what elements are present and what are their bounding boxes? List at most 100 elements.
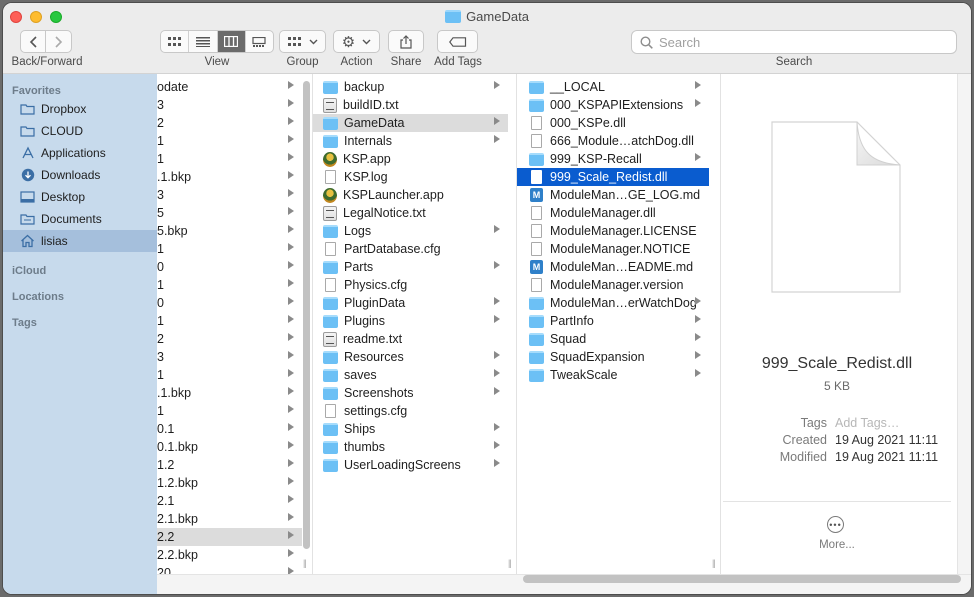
- column-resize-handle[interactable]: ||: [508, 558, 512, 568]
- column-1-scrollbar[interactable]: [303, 81, 310, 549]
- list-item[interactable]: 1: [157, 240, 302, 258]
- list-item[interactable]: M ModuleMan…EADME.md: [517, 258, 709, 276]
- list-item[interactable]: Logs: [313, 222, 508, 240]
- list-item[interactable]: KSPLauncher.app: [313, 186, 508, 204]
- list-item[interactable]: saves: [313, 366, 508, 384]
- search-field[interactable]: [631, 30, 957, 54]
- list-item[interactable]: UserLoadingScreens: [313, 456, 508, 474]
- list-item[interactable]: 5: [157, 204, 302, 222]
- list-item[interactable]: odate: [157, 78, 302, 96]
- share-button[interactable]: [388, 30, 424, 53]
- list-item[interactable]: GameData: [313, 114, 508, 132]
- sidebar-item-applications[interactable]: Applications: [3, 142, 157, 164]
- list-item[interactable]: 2.1: [157, 492, 302, 510]
- forward-button[interactable]: [46, 30, 72, 53]
- list-item[interactable]: ModuleManager.version: [517, 276, 709, 294]
- list-item[interactable]: SquadExpansion: [517, 348, 709, 366]
- list-item[interactable]: 5.bkp: [157, 222, 302, 240]
- search-input[interactable]: [659, 34, 939, 50]
- group-button[interactable]: [279, 30, 326, 53]
- list-item[interactable]: Physics.cfg: [313, 276, 508, 294]
- list-item[interactable]: 1.2.bkp: [157, 474, 302, 492]
- gallery-view-button[interactable]: [246, 31, 273, 52]
- more-button[interactable]: More...: [723, 539, 951, 551]
- list-item[interactable]: settings.cfg: [313, 402, 508, 420]
- tags-header[interactable]: Tags: [12, 317, 37, 329]
- list-item[interactable]: 2.1.bkp: [157, 510, 302, 528]
- list-item[interactable]: KSP.log: [313, 168, 508, 186]
- sidebar-item-cloud[interactable]: CLOUD: [3, 120, 157, 142]
- list-item[interactable]: PartInfo: [517, 312, 709, 330]
- more-icon[interactable]: •••: [827, 516, 844, 533]
- list-item[interactable]: thumbs: [313, 438, 508, 456]
- list-item[interactable]: ModuleMan…erWatchDog: [517, 294, 709, 312]
- sidebar-item-lisias[interactable]: lisias: [3, 230, 157, 252]
- list-item[interactable]: 999_Scale_Redist.dll: [517, 168, 709, 186]
- list-item[interactable]: PartDatabase.cfg: [313, 240, 508, 258]
- list-item[interactable]: ModuleManager.NOTICE: [517, 240, 709, 258]
- list-item[interactable]: Parts: [313, 258, 508, 276]
- back-button[interactable]: [20, 30, 46, 53]
- list-item[interactable]: buildID.txt: [313, 96, 508, 114]
- sidebar-item-desktop[interactable]: Desktop: [3, 186, 157, 208]
- list-item[interactable]: M ModuleMan…GE_LOG.md: [517, 186, 709, 204]
- list-item[interactable]: 666_Module…atchDog.dll: [517, 132, 709, 150]
- icloud-header[interactable]: iCloud: [12, 265, 46, 277]
- list-item[interactable]: ModuleManager.dll: [517, 204, 709, 222]
- sidebar-item-documents[interactable]: Documents: [3, 208, 157, 230]
- icon-view-button[interactable]: [161, 31, 190, 52]
- list-item[interactable]: 1: [157, 150, 302, 168]
- list-view-button[interactable]: [189, 31, 218, 52]
- list-item[interactable]: Plugins: [313, 312, 508, 330]
- list-item[interactable]: 1: [157, 276, 302, 294]
- list-item[interactable]: 0: [157, 258, 302, 276]
- list-item[interactable]: Squad: [517, 330, 709, 348]
- list-item[interactable]: 999_KSP-Recall: [517, 150, 709, 168]
- list-item[interactable]: ModuleManager.LICENSE: [517, 222, 709, 240]
- disclosure-arrow-icon: [288, 135, 294, 143]
- horizontal-scrollbar[interactable]: [523, 575, 961, 583]
- list-item[interactable]: PluginData: [313, 294, 508, 312]
- column-resize-handle[interactable]: ||: [303, 558, 307, 568]
- list-item[interactable]: .1.bkp: [157, 168, 302, 186]
- list-item[interactable]: 000_KSPe.dll: [517, 114, 709, 132]
- list-item[interactable]: 1: [157, 366, 302, 384]
- locations-header[interactable]: Locations: [12, 291, 64, 303]
- column-resize-handle[interactable]: ||: [712, 558, 716, 568]
- list-item[interactable]: Ships: [313, 420, 508, 438]
- list-item[interactable]: KSP.app: [313, 150, 508, 168]
- disclosure-arrow-icon: [695, 297, 701, 305]
- list-item[interactable]: Internals: [313, 132, 508, 150]
- add-tags-button[interactable]: [437, 30, 478, 53]
- list-item[interactable]: 2.2: [157, 528, 302, 546]
- list-item[interactable]: 0: [157, 294, 302, 312]
- list-item[interactable]: LegalNotice.txt: [313, 204, 508, 222]
- list-item[interactable]: 3: [157, 348, 302, 366]
- list-item[interactable]: __LOCAL: [517, 78, 709, 96]
- list-item[interactable]: 2.2.bkp: [157, 546, 302, 564]
- list-item[interactable]: 3: [157, 96, 302, 114]
- sidebar-item-dropbox[interactable]: Dropbox: [3, 98, 157, 120]
- preview-scrollbar-track[interactable]: [957, 74, 971, 574]
- list-item[interactable]: 20: [157, 564, 302, 574]
- action-button[interactable]: ⚙: [333, 30, 380, 53]
- sidebar-item-downloads[interactable]: Downloads: [3, 164, 157, 186]
- add-tags-field[interactable]: Add Tags…: [835, 416, 899, 430]
- list-item[interactable]: 1: [157, 402, 302, 420]
- list-item[interactable]: .1.bkp: [157, 384, 302, 402]
- list-item[interactable]: 1.2: [157, 456, 302, 474]
- column-view-button[interactable]: [217, 31, 246, 52]
- list-item[interactable]: Screenshots: [313, 384, 508, 402]
- list-item[interactable]: 2: [157, 114, 302, 132]
- list-item[interactable]: readme.txt: [313, 330, 508, 348]
- list-item[interactable]: TweakScale: [517, 366, 709, 384]
- list-item[interactable]: 3: [157, 186, 302, 204]
- list-item[interactable]: 0.1.bkp: [157, 438, 302, 456]
- list-item[interactable]: 1: [157, 132, 302, 150]
- list-item[interactable]: 000_KSPAPIExtensions: [517, 96, 709, 114]
- list-item[interactable]: 1: [157, 312, 302, 330]
- list-item[interactable]: 0.1: [157, 420, 302, 438]
- list-item[interactable]: Resources: [313, 348, 508, 366]
- list-item[interactable]: 2: [157, 330, 302, 348]
- list-item[interactable]: backup: [313, 78, 508, 96]
